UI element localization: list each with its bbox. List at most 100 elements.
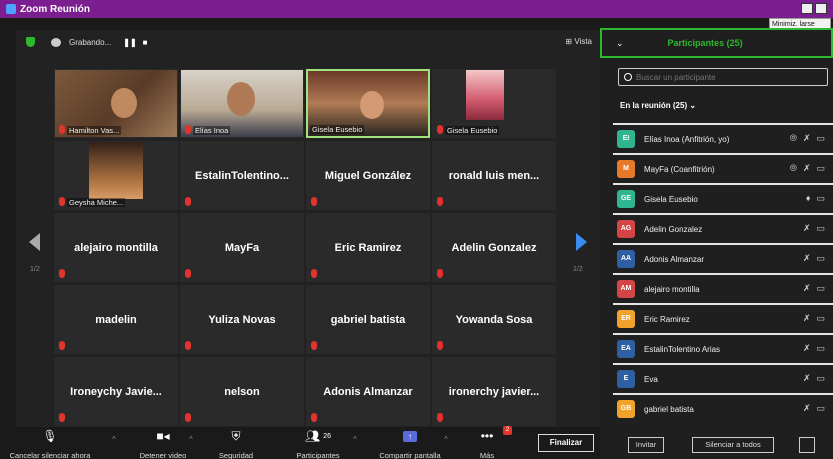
participant-row[interactable]: AA Adonis Almanzar ✗ ▭ bbox=[613, 243, 833, 273]
participant-status-icons: ✗ ▭ bbox=[803, 253, 825, 264]
share-status-icon: ⦾ bbox=[789, 163, 797, 173]
video-tile[interactable]: Ironeychy Javie... bbox=[54, 357, 178, 426]
participants-panel-footer: Invitar Silenciar a todos bbox=[600, 429, 833, 459]
minimize-button[interactable] bbox=[801, 3, 813, 14]
next-page-arrow-icon[interactable] bbox=[576, 233, 587, 251]
video-tile[interactable]: ironerchy javier... bbox=[432, 357, 556, 426]
participant-row[interactable]: GE Gisela Eusebio ♦ ▭ bbox=[613, 183, 833, 213]
video-tile[interactable]: ronald luis men... bbox=[432, 141, 556, 210]
muted-mic-icon bbox=[185, 197, 191, 206]
muted-mic-icon: ✗ bbox=[802, 343, 811, 353]
participant-status-icons: ✗ ▭ bbox=[803, 343, 825, 354]
security-button[interactable]: ⛨ Seguridad bbox=[208, 429, 264, 459]
avatar: AM bbox=[617, 280, 635, 298]
zoom-window: Zoom Reunión Minimiz. larse Grabando... … bbox=[0, 0, 833, 459]
video-tile[interactable]: nelson bbox=[180, 357, 304, 426]
participant-row[interactable]: GB gabriel batista ✗ ▭ bbox=[613, 393, 833, 423]
video-options-chevron-icon[interactable]: ^ bbox=[189, 435, 193, 444]
share-options-chevron-icon[interactable]: ^ bbox=[444, 435, 448, 444]
participant-name: Elías Inoa (Anfitrión, yo) bbox=[644, 134, 730, 144]
panel-collapse-chevron-icon[interactable]: ⌄ bbox=[616, 38, 624, 49]
video-tile[interactable]: Adonis Almanzar bbox=[306, 357, 430, 426]
video-tile[interactable]: alejairo montilla bbox=[54, 213, 178, 282]
participant-row[interactable]: EI Elías Inoa (Anfitrión, yo) ⦾ ✗ ▭ bbox=[613, 123, 833, 153]
muted-mic-icon bbox=[185, 269, 191, 278]
panel-more-button[interactable] bbox=[799, 437, 815, 453]
avatar: GE bbox=[617, 190, 635, 208]
participant-row[interactable]: AM alejairo montilla ✗ ▭ bbox=[613, 273, 833, 303]
video-tile[interactable]: madelin bbox=[54, 285, 178, 354]
video-tile[interactable]: Gisela Eusebio bbox=[432, 69, 556, 138]
tile-label: Geysha Miche... bbox=[67, 198, 126, 207]
participant-row[interactable]: M MayFa (Coanfitrión) ⦾ ✗ ▭ bbox=[613, 153, 833, 183]
video-off-icon: ▭ bbox=[816, 223, 825, 233]
participants-options-chevron-icon[interactable]: ^ bbox=[353, 435, 357, 444]
video-tile[interactable]: Hamilton Vas... bbox=[54, 69, 178, 138]
participant-face bbox=[360, 91, 384, 119]
in-meeting-section-header[interactable]: En la reunión (25) ⌄ bbox=[620, 101, 696, 110]
video-tile[interactable]: EstalinTolentino... bbox=[180, 141, 304, 210]
mute-all-button[interactable]: Silenciar a todos bbox=[692, 437, 774, 453]
participant-name: Adelin Gonzalez bbox=[451, 242, 537, 254]
view-label: Vista bbox=[574, 37, 592, 46]
muted-mic-icon bbox=[311, 341, 317, 350]
video-tile[interactable]: Miguel González bbox=[306, 141, 430, 210]
video-camera-icon: ■◂ bbox=[156, 429, 170, 443]
muted-mic-icon bbox=[59, 413, 65, 422]
avatar: ER bbox=[617, 310, 635, 328]
video-tile[interactable]: Geysha Miche... bbox=[54, 141, 178, 210]
participant-status-icons: ✗ ▭ bbox=[803, 223, 825, 234]
share-status-icon: ⦾ bbox=[789, 133, 797, 143]
muted-mic-icon bbox=[311, 269, 317, 278]
video-tile-active-speaker[interactable]: Gisela Eusebio bbox=[306, 69, 430, 138]
section-chevron-icon: ⌄ bbox=[689, 101, 697, 110]
invite-button[interactable]: Invitar bbox=[628, 437, 664, 453]
participant-name: EstalinTolentino Arias bbox=[644, 344, 721, 354]
participants-button[interactable]: 👥︎ 26 Participantes bbox=[282, 429, 354, 459]
maximize-button[interactable] bbox=[815, 3, 827, 14]
muted-mic-icon: ✗ bbox=[802, 223, 811, 233]
shield-icon[interactable] bbox=[26, 37, 35, 47]
video-off-icon: ▭ bbox=[816, 343, 825, 353]
participant-name: Eva bbox=[644, 374, 658, 384]
video-off-icon: ▭ bbox=[816, 163, 825, 173]
muted-mic-icon: ✗ bbox=[802, 373, 811, 383]
recording-label: Grabando... bbox=[69, 37, 112, 47]
video-tile[interactable]: Eric Ramirez bbox=[306, 213, 430, 282]
recording-icon bbox=[51, 37, 61, 47]
share-screen-button[interactable]: ↑ Compartir pantalla bbox=[368, 429, 452, 459]
video-tile[interactable]: Elías Inoa bbox=[180, 69, 304, 138]
participant-name: alejairo montilla bbox=[74, 242, 158, 254]
video-tile[interactable]: MayFa bbox=[180, 213, 304, 282]
pause-icon[interactable]: ❚❚ bbox=[123, 38, 136, 47]
video-tile[interactable]: gabriel batista bbox=[306, 285, 430, 354]
video-tile[interactable]: Adelin Gonzalez bbox=[432, 213, 556, 282]
in-meeting-label: En la reunión (25) bbox=[620, 101, 688, 110]
muted-mic-icon bbox=[59, 125, 65, 134]
view-button[interactable]: ⊞ Vista bbox=[565, 37, 592, 46]
video-off-icon: ▭ bbox=[816, 373, 825, 383]
stop-icon[interactable]: ■ bbox=[143, 38, 148, 47]
video-tile[interactable]: Yowanda Sosa bbox=[432, 285, 556, 354]
participant-search-input[interactable] bbox=[636, 72, 816, 82]
video-tile[interactable]: Yuliza Novas bbox=[180, 285, 304, 354]
participant-row[interactable]: E Eva ✗ ▭ bbox=[613, 363, 833, 393]
audio-options-chevron-icon[interactable]: ^ bbox=[112, 435, 116, 444]
participant-status-icons: ✗ ▭ bbox=[803, 373, 825, 384]
participant-row[interactable]: EA EstalinTolentino Arias ✗ ▭ bbox=[613, 333, 833, 363]
end-meeting-button[interactable]: Finalizar bbox=[538, 434, 594, 452]
panel-title: Participantes (25) bbox=[667, 38, 743, 48]
muted-mic-icon bbox=[185, 341, 191, 350]
previous-page-arrow-icon[interactable] bbox=[29, 233, 40, 251]
participant-search-box[interactable] bbox=[618, 68, 828, 86]
stop-video-button[interactable]: ■◂ Detener video bbox=[130, 429, 196, 459]
participant-row[interactable]: ER Eric Ramirez ✗ ▭ bbox=[613, 303, 833, 333]
more-button[interactable]: ••• 2 Más bbox=[470, 426, 512, 459]
participant-row[interactable]: AG Adelin Gonzalez ✗ ▭ bbox=[613, 213, 833, 243]
unmute-button[interactable]: 🎙︎ Cancelar silenciar ahora bbox=[4, 429, 96, 459]
muted-mic-icon bbox=[437, 269, 443, 278]
participant-status-icons: ⦾ ✗ ▭ bbox=[790, 163, 825, 174]
participant-name: Adelin Gonzalez bbox=[644, 224, 703, 234]
muted-mic-icon bbox=[185, 413, 191, 422]
meeting-area: Grabando... ❚❚ ■ ⊞ Vista 1/2 Hamilton Va… bbox=[16, 30, 600, 427]
